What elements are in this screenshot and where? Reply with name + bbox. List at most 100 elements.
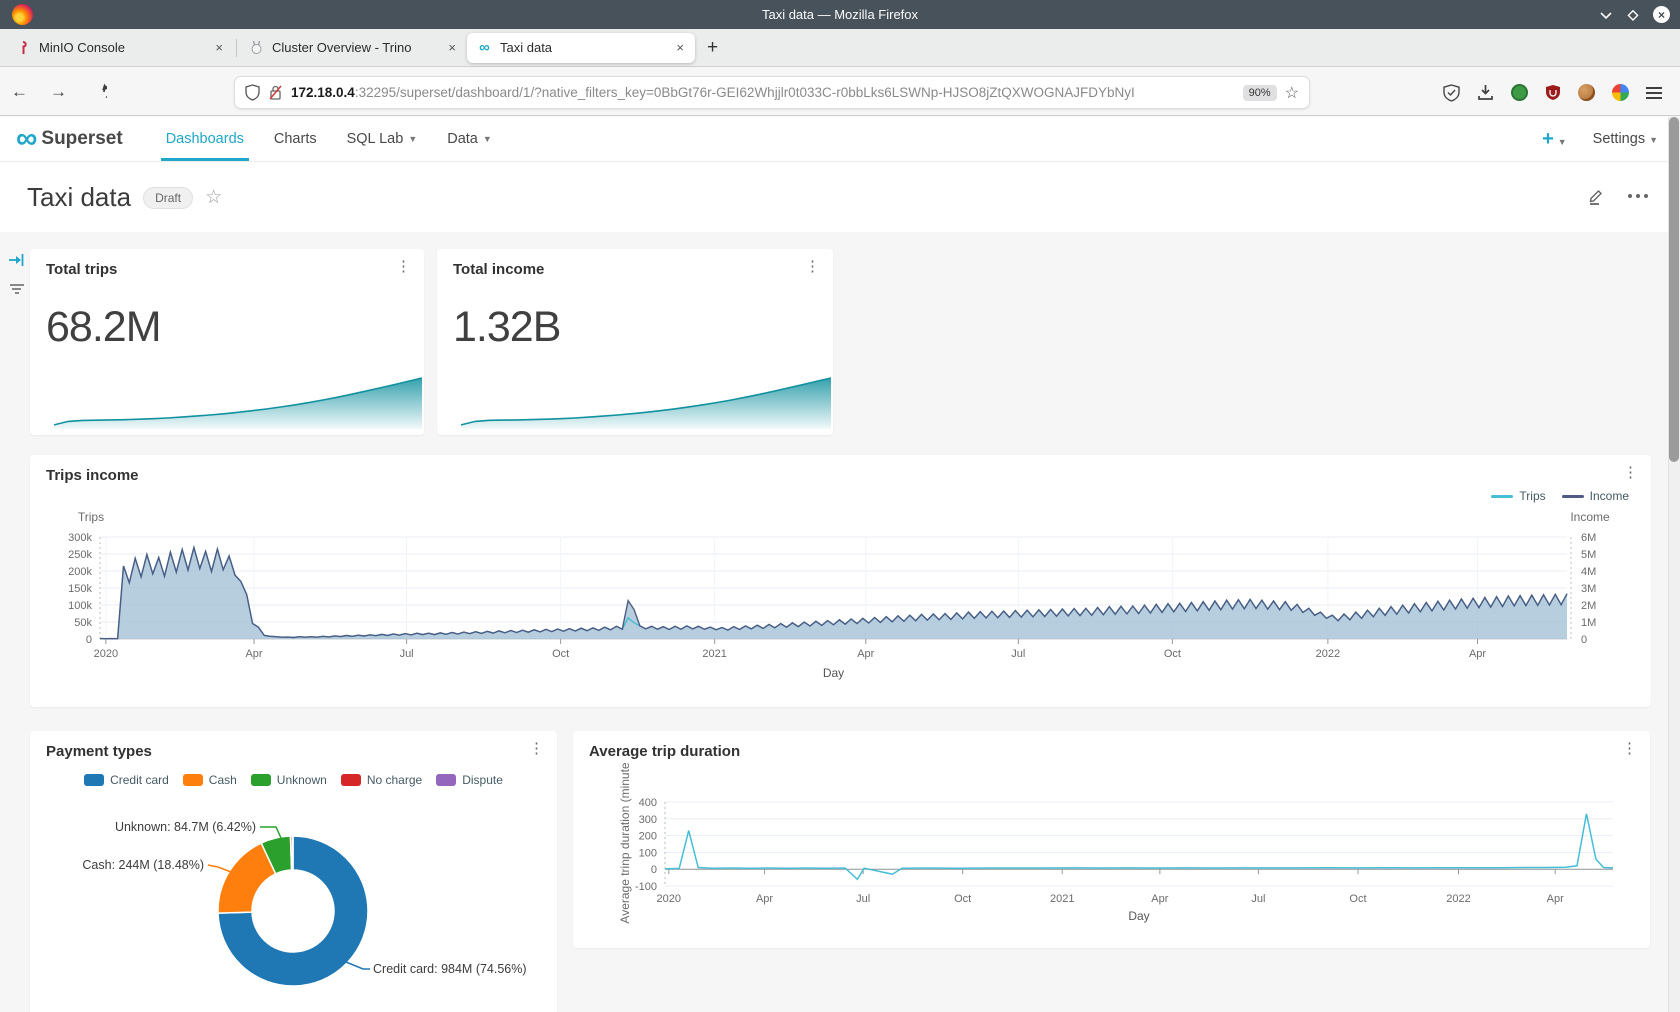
ublock-origin-icon[interactable] (1545, 84, 1561, 101)
svg-text:150k: 150k (68, 583, 92, 595)
nav-item-charts[interactable]: Charts (259, 117, 332, 161)
legend-swatch (436, 774, 456, 786)
nav-item-data[interactable]: Data▼ (432, 117, 507, 161)
svg-text:1M: 1M (1581, 617, 1596, 629)
svg-text:0: 0 (86, 634, 92, 646)
bookmark-star-icon[interactable]: ☆ (1285, 83, 1299, 103)
total-trips-sparkline (54, 373, 422, 429)
forward-icon[interactable]: → (39, 82, 78, 102)
svg-text:Oct: Oct (552, 648, 569, 660)
svg-text:Oct: Oct (1349, 893, 1366, 905)
superset-favicon-icon: ∞ (477, 40, 492, 55)
screen: Taxi data — Mozilla Firefox × MinIO Cons… (0, 0, 1680, 1012)
firefox-logo-icon (12, 4, 33, 25)
more-actions-icon[interactable] (1628, 194, 1648, 198)
svg-text:Trips: Trips (78, 510, 104, 524)
legend-swatch (341, 774, 361, 786)
zoom-level-badge[interactable]: 90% (1243, 85, 1277, 101)
svg-text:300: 300 (639, 814, 657, 826)
expand-filters-icon[interactable] (8, 252, 25, 268)
superset-logo[interactable]: ∞ Superset (0, 125, 123, 153)
trips-income-chart: 0050k1M100k2M150k3M200k4M250k5M300k6MTri… (30, 455, 1651, 707)
tab-trino-cluster[interactable]: Cluster Overview - Trino × (239, 33, 467, 63)
tab-close-icon[interactable]: × (673, 40, 687, 55)
tab-minio-console[interactable]: MinIO Console × (6, 33, 234, 63)
new-tab-button[interactable]: + (695, 37, 730, 59)
big-number: 1.32B (453, 303, 560, 352)
green-extension-icon[interactable] (1511, 84, 1528, 101)
url-text[interactable]: 172.18.0.4:32295/superset/dashboard/1/?n… (291, 85, 1235, 100)
menu-icon[interactable] (1646, 84, 1662, 102)
favorite-star-icon[interactable]: ☆ (205, 186, 222, 209)
svg-text:6M: 6M (1581, 532, 1596, 544)
kebab-menu-icon[interactable]: ⋮ (529, 740, 544, 757)
page-title: Taxi data (27, 182, 131, 213)
browser-toolbar: ← → 172.18.0.4:32295/superset/dashboard/… (0, 68, 1680, 116)
minimize-icon[interactable] (1599, 10, 1613, 20)
svg-text:200: 200 (639, 831, 657, 843)
tab-taxi-data[interactable]: ∞ Taxi data × (467, 33, 695, 63)
avg-trip-duration-card: Average trip duration ⋮ 4003002001000-10… (573, 731, 1650, 948)
legend-label: No charge (367, 773, 422, 787)
url-host: 172.18.0.4 (291, 85, 355, 100)
legend-item[interactable]: Cash (183, 773, 237, 787)
svg-text:3M: 3M (1581, 583, 1596, 595)
url-bar[interactable]: 172.18.0.4:32295/superset/dashboard/1/?n… (234, 76, 1310, 109)
tracking-protection-shield-icon[interactable] (245, 84, 260, 101)
chart-title: Total income (453, 261, 544, 278)
maximize-icon[interactable] (1627, 9, 1639, 21)
tab-close-icon[interactable]: × (445, 40, 459, 55)
svg-text:Day: Day (1128, 909, 1149, 923)
cookie-extension-icon[interactable] (1578, 84, 1595, 101)
legend-item[interactable]: No charge (341, 773, 422, 787)
legend-item[interactable]: Dispute (436, 773, 503, 787)
chart-legend[interactable]: Credit card Cash Unknown No charge Dispute (30, 773, 557, 787)
close-window-icon[interactable]: × (1653, 6, 1670, 23)
kebab-menu-icon[interactable]: ⋮ (396, 258, 411, 275)
legend-label: Cash (209, 773, 237, 787)
svg-text:2022: 2022 (1316, 648, 1340, 660)
svg-text:Day: Day (823, 666, 844, 680)
filter-icon[interactable] (8, 282, 25, 296)
chevron-down-icon: ▼ (1558, 137, 1567, 147)
back-icon[interactable]: ← (0, 82, 39, 102)
chevron-down-icon: ▼ (483, 134, 492, 144)
tab-separator (236, 39, 237, 57)
reload-icon[interactable] (78, 83, 118, 101)
page-scrollbar-thumb[interactable] (1669, 117, 1679, 462)
legend-item[interactable]: Unknown (251, 773, 327, 787)
svg-text:Average trinp duration (minute: Average trinp duration (minute (618, 762, 632, 924)
status-badge: Draft (143, 187, 193, 209)
legend-item[interactable]: Credit card (84, 773, 169, 787)
payment-types-donut-chart: Unknown: 84.7M (6.42%)Cash: 244M (18.48%… (30, 801, 557, 1012)
permissions-shield-icon[interactable] (1443, 84, 1460, 102)
svg-text:Apr: Apr (1469, 648, 1486, 660)
big-number: 68.2M (46, 303, 161, 352)
legend-swatch (251, 774, 271, 786)
kebab-menu-icon[interactable]: ⋮ (805, 258, 820, 275)
svg-text:100: 100 (639, 847, 657, 859)
svg-text:-100: -100 (635, 881, 657, 893)
insecure-lock-icon[interactable] (268, 84, 283, 101)
pinwheel-extension-icon[interactable] (1612, 84, 1629, 101)
tab-title: Cluster Overview - Trino (272, 40, 437, 55)
trips-income-card: Trips income ⋮ TripsIncome 0050k1M100k2M… (30, 455, 1651, 707)
chart-title: Payment types (46, 743, 152, 760)
new-button[interactable]: +▼ (1542, 128, 1567, 151)
svg-text:Jul: Jul (1011, 648, 1025, 660)
svg-text:Cash: 244M (18.48%): Cash: 244M (18.48%) (82, 858, 204, 872)
downloads-icon[interactable] (1477, 84, 1494, 101)
legend-swatch (183, 774, 203, 786)
svg-text:2021: 2021 (702, 648, 726, 660)
superset-navbar: ∞ Superset Dashboards Charts SQL Lab▼ Da… (0, 117, 1680, 162)
settings-menu[interactable]: Settings▼ (1593, 131, 1658, 147)
nav-item-sql-lab[interactable]: SQL Lab▼ (332, 117, 433, 161)
svg-text:Income: Income (1570, 510, 1610, 524)
legend-label: Credit card (110, 773, 169, 787)
nav-item-dashboards[interactable]: Dashboards (151, 117, 259, 161)
tab-strip: MinIO Console × Cluster Overview - Trino… (0, 29, 1680, 67)
edit-dashboard-icon[interactable] (1586, 186, 1606, 206)
chart-title: Total trips (46, 261, 117, 278)
window-title: Taxi data — Mozilla Firefox (0, 7, 1680, 22)
tab-close-icon[interactable]: × (212, 40, 226, 55)
